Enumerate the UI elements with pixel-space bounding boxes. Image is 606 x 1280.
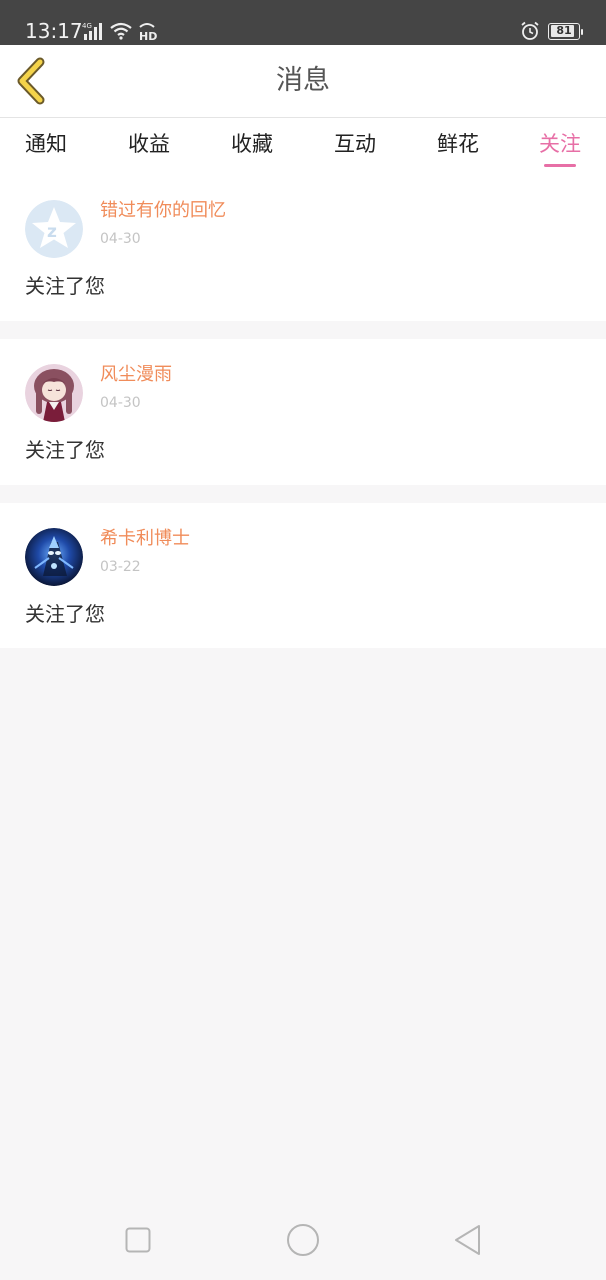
tab-notice[interactable]: 通知 xyxy=(16,130,76,158)
tab-flowers[interactable]: 鲜花 xyxy=(428,130,488,158)
status-icons: 4G HD xyxy=(82,20,158,42)
active-tab-indicator xyxy=(544,164,576,167)
header: 消息 xyxy=(0,45,606,118)
anime-girl-avatar-icon xyxy=(25,364,83,422)
message-date: 03-22 xyxy=(100,559,141,575)
list-item[interactable]: 希卡利博士 03-22 关注了您 xyxy=(0,503,606,648)
ultraman-avatar-icon xyxy=(25,528,83,586)
username[interactable]: 风尘漫雨 xyxy=(100,363,172,387)
tab-following[interactable]: 关注 xyxy=(530,130,590,158)
username[interactable]: 希卡利博士 xyxy=(100,527,190,551)
page-title: 消息 xyxy=(276,65,330,96)
message-date: 04-30 xyxy=(100,395,141,411)
signal-icon: 4G xyxy=(82,22,102,40)
svg-text:z: z xyxy=(47,222,57,242)
battery-icon: 81 xyxy=(548,22,583,40)
recent-apps-icon[interactable] xyxy=(120,1222,156,1258)
svg-text:4G: 4G xyxy=(82,22,92,30)
username[interactable]: 错过有你的回忆 xyxy=(100,199,226,223)
message-date: 04-30 xyxy=(100,231,141,247)
back-nav-icon[interactable] xyxy=(450,1222,486,1258)
avatar[interactable]: z xyxy=(25,200,83,258)
hd-icon: HD xyxy=(139,23,157,42)
wifi-icon xyxy=(110,22,132,40)
screen: 13:17 4G HD 81 消息 通知 收益 收藏 互动 鲜花 关注 z 错过… xyxy=(0,0,606,1280)
tab-earnings[interactable]: 收益 xyxy=(119,130,179,158)
status-right: 81 xyxy=(520,20,583,42)
system-nav-bar xyxy=(0,1200,606,1280)
battery-level: 81 xyxy=(556,24,572,37)
avatar[interactable] xyxy=(25,528,83,586)
message-text: 关注了您 xyxy=(25,274,105,298)
tab-favorites[interactable]: 收藏 xyxy=(222,130,282,158)
list-item[interactable]: 风尘漫雨 04-30 关注了您 xyxy=(0,339,606,485)
message-text: 关注了您 xyxy=(25,602,105,626)
status-bar: 13:17 4G HD 81 xyxy=(0,0,606,45)
default-qq-avatar-icon: z xyxy=(25,200,83,258)
home-icon[interactable] xyxy=(285,1222,321,1258)
tab-interaction[interactable]: 互动 xyxy=(325,130,385,158)
svg-text:HD: HD xyxy=(139,30,157,42)
status-time: 13:17 xyxy=(25,19,83,43)
list-item[interactable]: z 错过有你的回忆 04-30 关注了您 xyxy=(0,175,606,321)
avatar[interactable] xyxy=(25,364,83,422)
message-text: 关注了您 xyxy=(25,438,105,462)
tab-bar: 通知 收益 收藏 互动 鲜花 关注 xyxy=(0,118,606,175)
alarm-icon xyxy=(521,21,539,40)
